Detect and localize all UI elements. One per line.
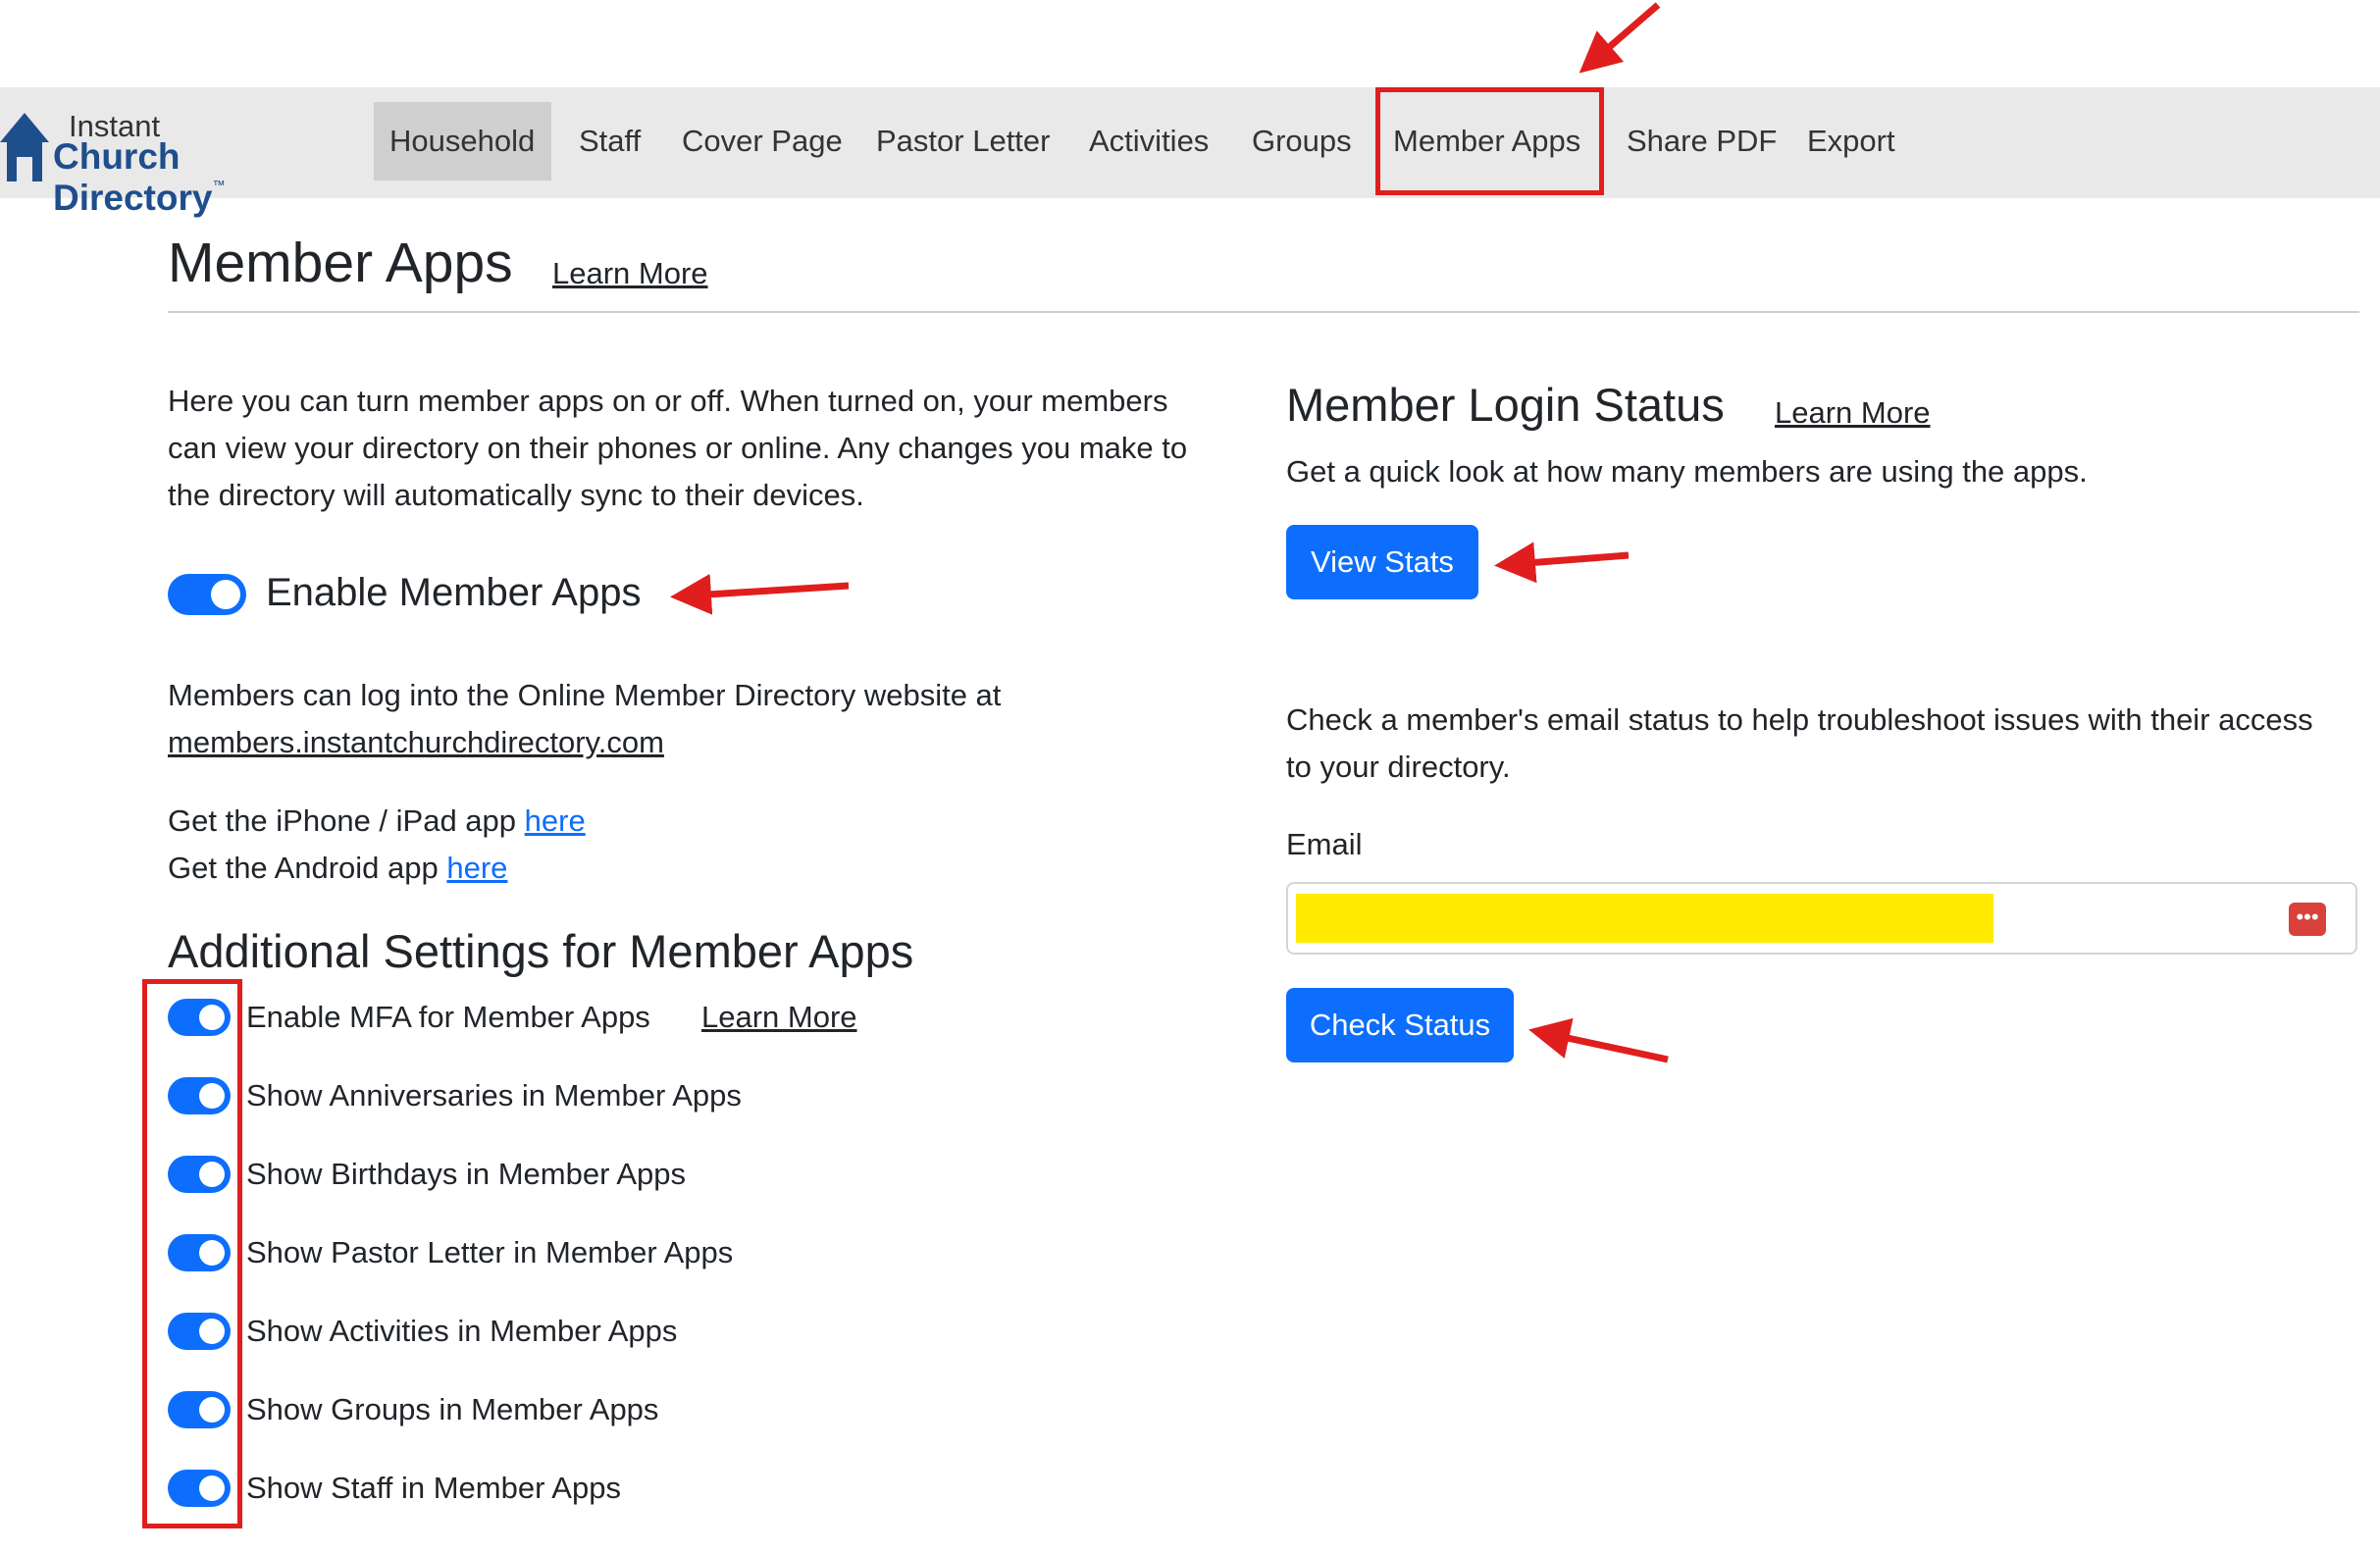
arrow-to-check-status xyxy=(1528,1017,1669,1063)
arrow-to-view-stats xyxy=(1494,542,1630,584)
annotation-arrows xyxy=(670,2,1669,1063)
arrow-to-nav xyxy=(1578,2,1661,74)
arrow-to-enable-toggle xyxy=(670,573,850,615)
